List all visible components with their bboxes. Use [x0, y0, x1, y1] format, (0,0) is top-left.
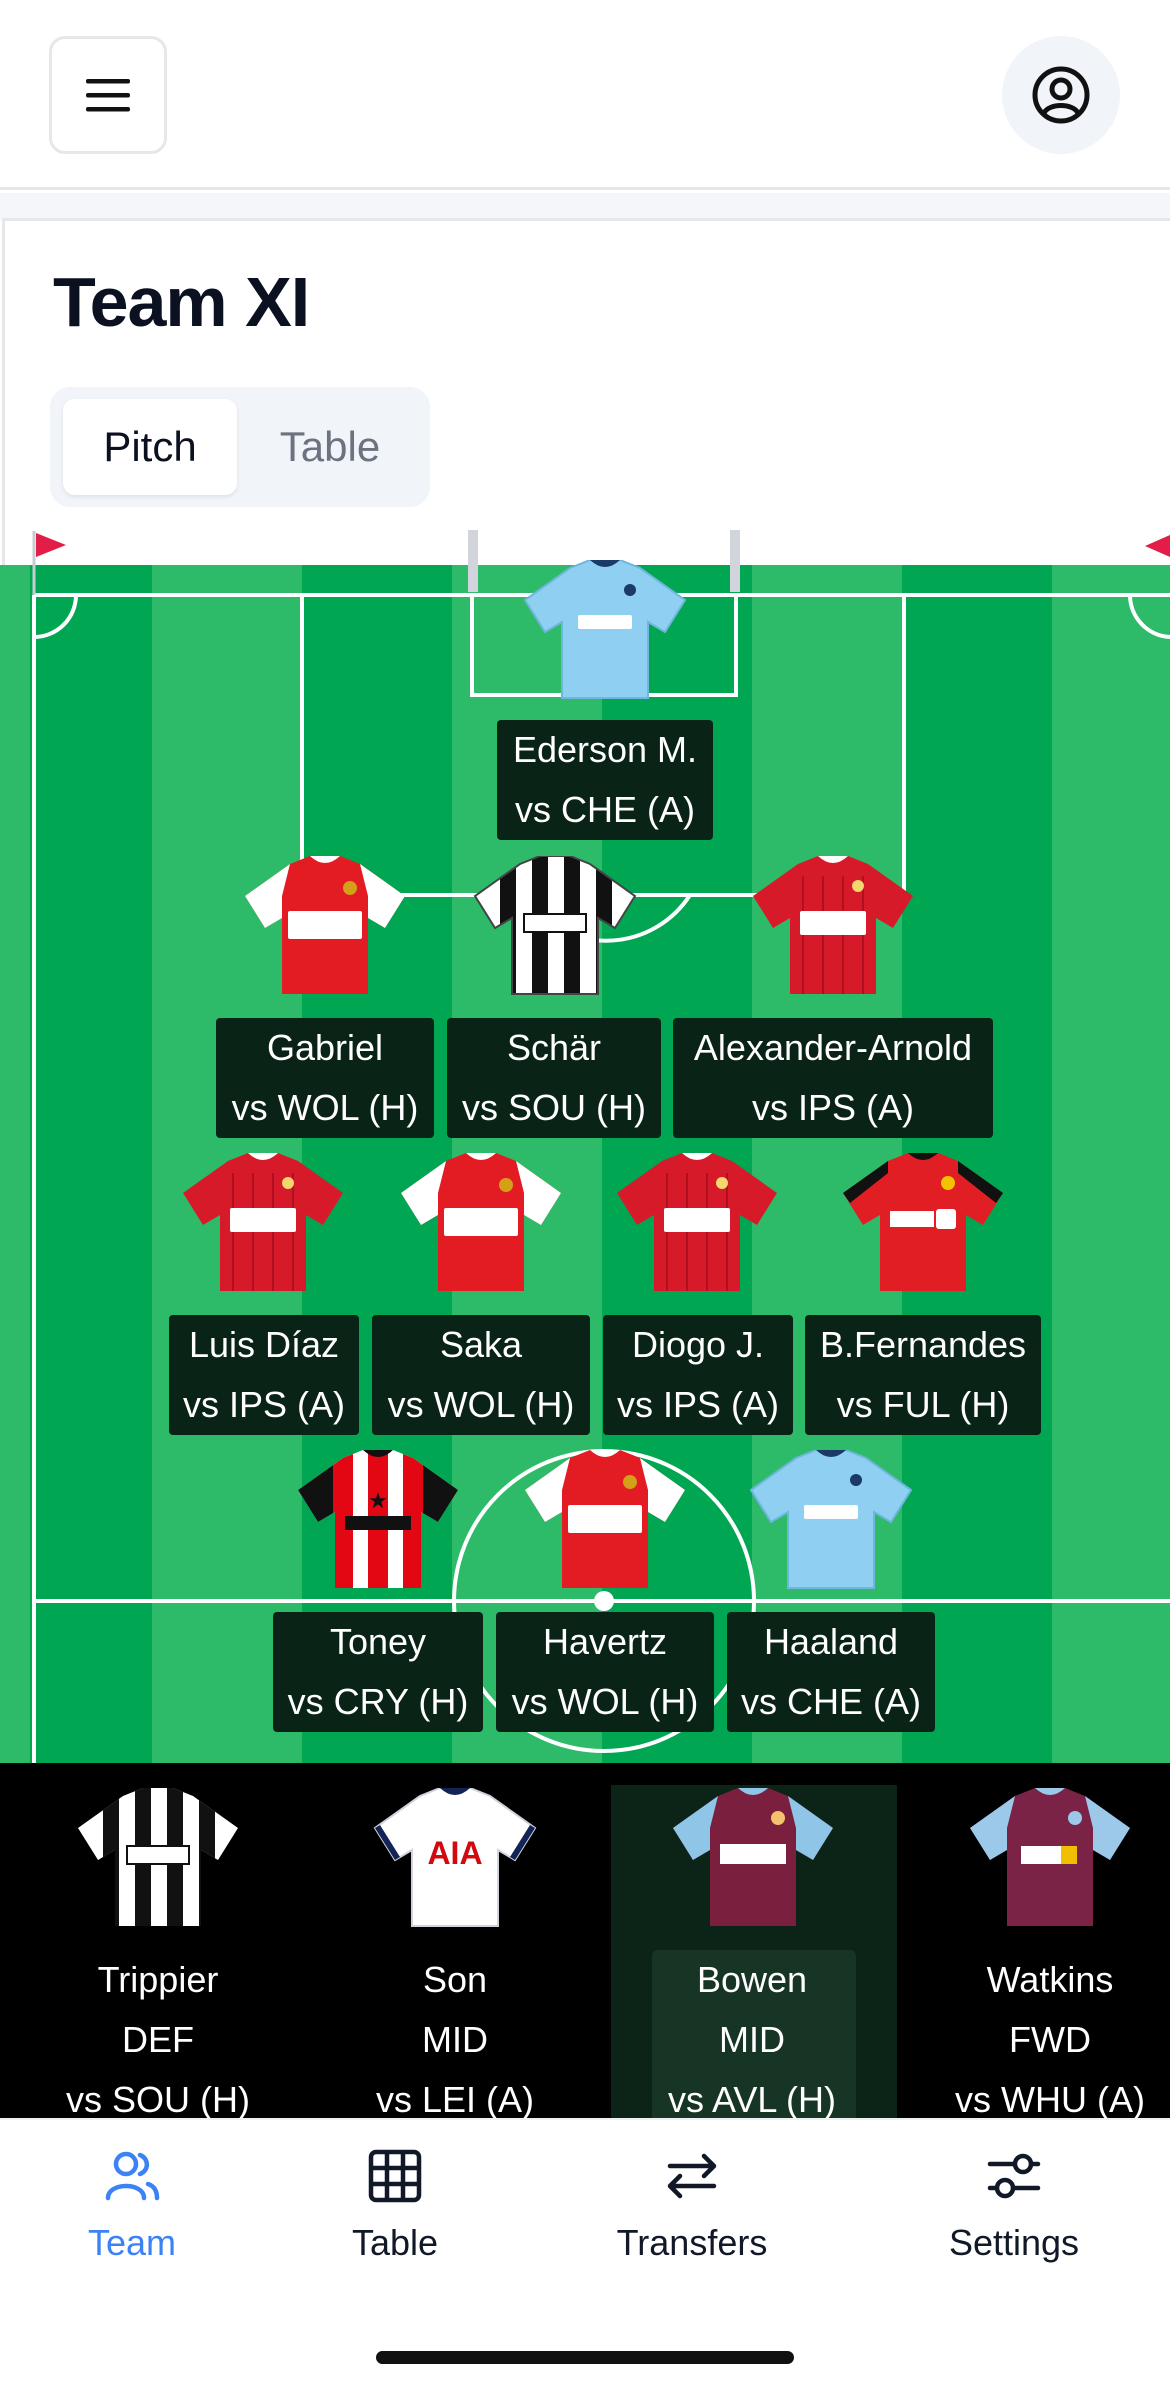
westham-shirt-icon [673, 1788, 833, 1926]
bench-player-position: MID [719, 2019, 785, 2060]
nav-table-label: Table [351, 2222, 439, 2263]
player-label: Havertz vs WOL (H) [496, 1612, 714, 1732]
svg-text:★: ★ [368, 1489, 388, 1514]
arsenal-shirt-icon [525, 1450, 685, 1588]
newcastle-shirt-icon [473, 856, 637, 995]
table-grid-icon [368, 2149, 422, 2203]
svg-text:AIA: AIA [427, 1835, 482, 1871]
player-label: Saka vs WOL (H) [372, 1315, 590, 1435]
top-bar [0, 0, 1170, 190]
city-shirt-icon [749, 1450, 913, 1589]
bench-player-name: Son [422, 1959, 488, 2000]
player-label: Gabriel vs WOL (H) [216, 1018, 434, 1138]
bench-player-name: Watkins [986, 1959, 1114, 2000]
brentford-shirt-icon: ★ [298, 1450, 458, 1588]
united-shirt-icon [843, 1153, 1003, 1291]
nav-team[interactable]: Team [32, 2140, 232, 2280]
player-label: B.Fernandes vs FUL (H) [805, 1315, 1041, 1435]
liverpool-shirt-icon [753, 856, 913, 994]
nav-settings[interactable]: Settings [914, 2140, 1114, 2280]
account-button[interactable] [1002, 36, 1120, 154]
hamburger-menu-icon [86, 79, 130, 112]
arsenal-shirt-icon [401, 1153, 561, 1291]
newcastle-shirt-icon [78, 1788, 238, 1926]
bench-player-name: Bowen [696, 1959, 808, 2000]
header-divider [0, 193, 1170, 220]
player-label: Toney vs CRY (H) [273, 1612, 483, 1732]
users-icon [105, 2151, 160, 2201]
user-circle-icon [1032, 66, 1090, 124]
nav-table[interactable]: Table [295, 2140, 495, 2280]
spurs-shirt-icon: AIA [373, 1788, 537, 1927]
corner-flag-right [1145, 535, 1170, 557]
bench-player-position: FWD [1009, 2019, 1091, 2060]
toggle-pitch[interactable]: Pitch [63, 399, 237, 495]
liverpool-shirt-icon [183, 1153, 343, 1291]
villa-shirt-icon [970, 1788, 1130, 1926]
liverpool-shirt-icon [617, 1153, 777, 1291]
player-label: Alexander-Arnold vs IPS (A) [673, 1018, 993, 1138]
city-shirt-icon [523, 560, 687, 699]
nav-transfers-label: Transfers [616, 2222, 768, 2263]
home-indicator [376, 2351, 794, 2364]
nav-team-label: Team [87, 2222, 177, 2263]
player-label: Schär vs SOU (H) [447, 1018, 661, 1138]
player-label: Haaland vs CHE (A) [727, 1612, 935, 1732]
arsenal-shirt-icon [245, 856, 405, 994]
page-title: Team XI [53, 263, 310, 341]
nav-settings-label: Settings [948, 2222, 1080, 2263]
menu-button[interactable] [49, 36, 167, 154]
player-label: Ederson M. vs CHE (A) [497, 720, 713, 840]
nav-transfers[interactable]: Transfers [592, 2140, 792, 2280]
player-label: Diogo J. vs IPS (A) [603, 1315, 793, 1435]
bench-player-position: MID [422, 2019, 488, 2060]
toggle-table[interactable]: Table [245, 399, 415, 495]
bench-player-position: DEF [122, 2019, 194, 2060]
sliders-icon [987, 2153, 1041, 2199]
player-label: Luis Díaz vs IPS (A) [169, 1315, 359, 1435]
bench-player-name: Trippier [97, 1959, 219, 2000]
arrows-swap-icon [667, 2153, 717, 2199]
